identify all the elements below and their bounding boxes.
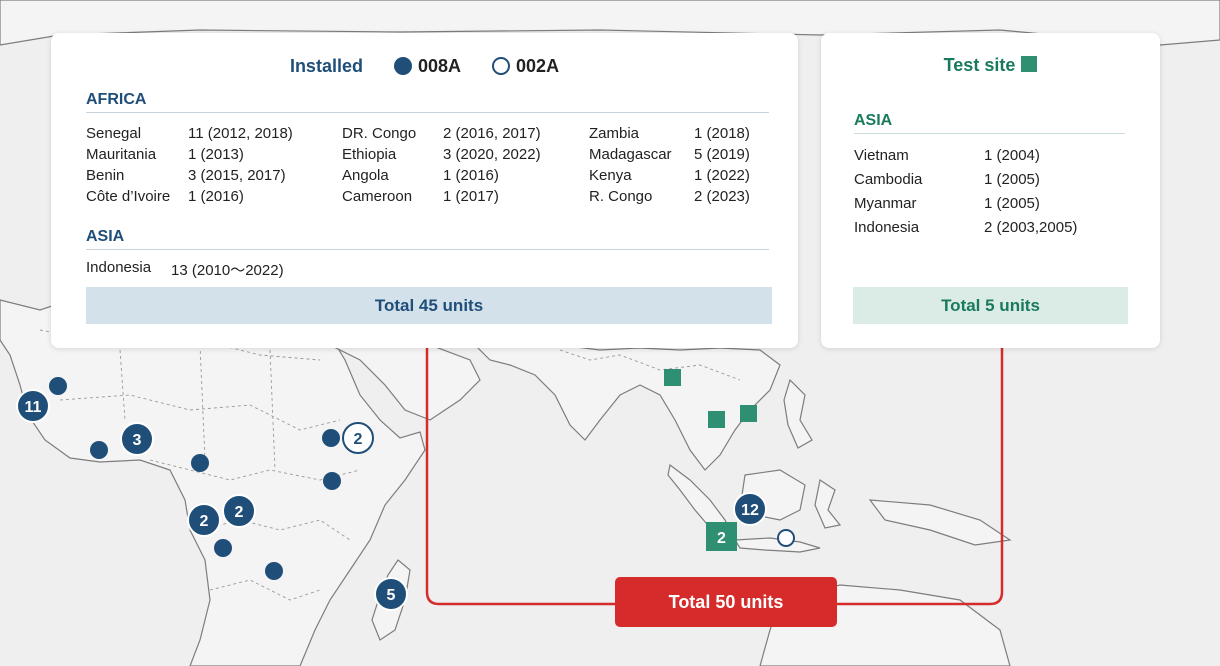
country-value: 1 (2018) <box>694 125 750 142</box>
marker-indonesia-test: 2 <box>706 522 737 551</box>
open-circle-icon <box>492 57 511 76</box>
svg-text:11: 11 <box>25 399 42 416</box>
marker-indonesia-installed: 12 <box>733 492 767 526</box>
marker-angola <box>214 539 232 557</box>
marker-cote-divoire <box>90 441 108 459</box>
test-site-total: Total 5 units <box>853 287 1128 324</box>
installed-legend: Installed 008A 002A <box>51 55 798 77</box>
legend-008a-label: 008A <box>417 55 462 76</box>
country-value: 1 (2016) <box>188 188 244 205</box>
country-label: Cambodia <box>854 171 923 188</box>
country-label: Myanmar <box>854 195 917 212</box>
square-icon <box>1021 56 1038 72</box>
country-value: 1 (2005) <box>984 195 1040 212</box>
installed-title: Installed <box>289 55 363 76</box>
marker-java-002a <box>777 529 795 547</box>
marker-ethiopia <box>322 429 340 447</box>
marker-cameroon <box>191 454 209 472</box>
test-site-panel: Test site ASIA Vietnam 1 (2004) Cambodia… <box>821 33 1160 348</box>
filled-circle-icon <box>393 57 412 76</box>
country-value: 3 (2015, 2017) <box>188 167 286 184</box>
svg-text:2: 2 <box>235 504 244 521</box>
svg-text:5: 5 <box>387 587 396 604</box>
legend-002a-label: 002A <box>516 55 560 76</box>
country-value: 13 (2010〜2022) <box>171 262 284 279</box>
country-value: 2 (2016, 2017) <box>443 125 541 142</box>
country-value: 1 (2016) <box>443 167 499 184</box>
installed-panel: Installed 008A 002A AFRICA Senegal 11 (2… <box>51 33 798 348</box>
country-value: 1 (2005) <box>984 171 1040 188</box>
svg-text:2: 2 <box>200 513 209 530</box>
asia-heading: ASIA <box>86 228 769 250</box>
country-label: DR. Congo <box>342 125 417 142</box>
country-label: Mauritania <box>86 146 157 163</box>
svg-text:3: 3 <box>133 432 142 449</box>
country-label: Madagascar <box>589 146 672 163</box>
test-site-title: Test site <box>943 55 1016 75</box>
country-label: Indonesia <box>854 219 920 236</box>
country-label: Benin <box>86 167 125 184</box>
test-site-legend: Test site <box>821 55 1160 76</box>
grand-total-badge: Total 50 units <box>615 577 837 627</box>
country-value: 3 (2020, 2022) <box>443 146 541 163</box>
africa-heading: AFRICA <box>86 91 769 113</box>
marker-benin: 3 <box>120 422 154 456</box>
marker-zambia <box>265 562 283 580</box>
marker-myanmar-test <box>664 369 681 386</box>
country-label: Côte d’Ivoire <box>86 188 171 205</box>
country-value: 5 (2019) <box>694 146 750 163</box>
marker-drcongo: 2 <box>222 494 256 528</box>
marker-madagascar: 5 <box>374 577 408 611</box>
marker-rcongo: 2 <box>187 503 221 537</box>
country-value: 1 (2022) <box>694 167 750 184</box>
country-value: 2 (2003,2005) <box>984 219 1078 236</box>
country-label: Angola <box>342 167 389 184</box>
svg-text:2: 2 <box>354 431 363 448</box>
country-label: R. Congo <box>589 188 653 205</box>
country-value: 1 (2004) <box>984 147 1040 164</box>
svg-text:12: 12 <box>741 502 759 519</box>
country-label: Vietnam <box>854 147 909 164</box>
country-label: Cameroon <box>342 188 413 205</box>
country-value: 2 (2023) <box>694 188 750 205</box>
marker-cambodia-test <box>708 411 725 428</box>
marker-mauritania <box>49 377 67 395</box>
marker-kenya <box>323 472 341 490</box>
marker-vietnam-test <box>740 405 757 422</box>
country-value: 1 (2013) <box>188 146 244 163</box>
asia-heading: ASIA <box>854 112 1125 134</box>
marker-senegal: 11 <box>16 389 50 423</box>
country-value: 1 (2017) <box>443 188 499 205</box>
country-label: Senegal <box>86 125 142 142</box>
svg-text:2: 2 <box>717 530 726 547</box>
marker-ethiopia-002a: 2 <box>342 422 374 454</box>
country-label: Ethiopia <box>342 146 397 163</box>
country-label: Kenya <box>589 167 632 184</box>
country-label: Zambia <box>589 125 640 142</box>
country-label: Indonesia <box>86 259 152 276</box>
country-value: 11 (2012, 2018) <box>188 125 293 142</box>
installed-total: Total 45 units <box>86 287 772 324</box>
